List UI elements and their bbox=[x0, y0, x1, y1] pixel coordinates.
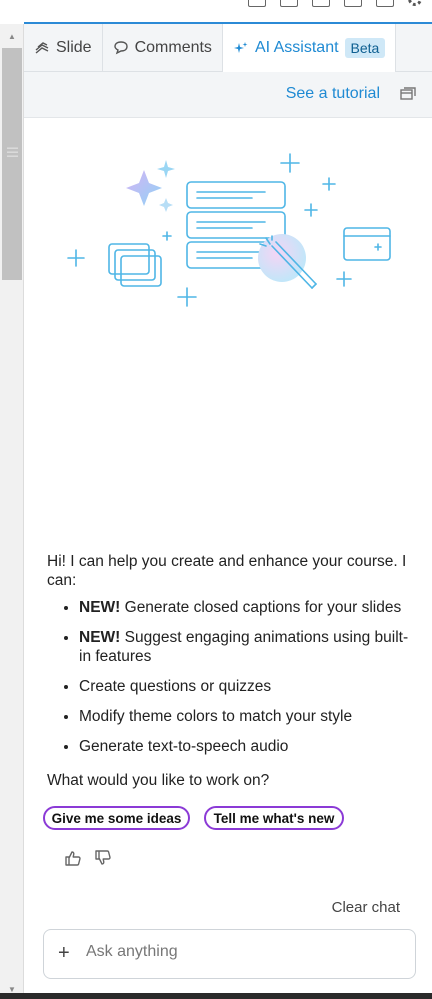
thumbs-up-icon[interactable] bbox=[64, 850, 82, 866]
tablet-icon[interactable] bbox=[312, 0, 330, 7]
tab-comments[interactable]: Comments bbox=[103, 24, 223, 71]
scrollbar[interactable]: ▲ — — — ▼ bbox=[0, 24, 24, 999]
sparkle-icon bbox=[233, 42, 248, 53]
assistant-message: Hi! I can help you create and enhance yo… bbox=[47, 552, 417, 767]
list-item-text: Suggest engaging animations using built-… bbox=[79, 629, 409, 665]
list-item-text: Modify theme colors to match your style bbox=[79, 708, 353, 725]
toolbar bbox=[0, 0, 432, 22]
see-tutorial-link[interactable]: See a tutorial bbox=[286, 85, 380, 103]
scroll-thumb[interactable] bbox=[2, 48, 22, 280]
desktop-icon[interactable] bbox=[280, 0, 298, 7]
tab-label: Slide bbox=[56, 38, 92, 56]
laptop-icon[interactable] bbox=[248, 0, 266, 7]
new-label: NEW! bbox=[79, 629, 121, 646]
thumbs-down-icon[interactable] bbox=[94, 850, 112, 866]
taskbar-strip bbox=[0, 993, 432, 999]
whats-new-button[interactable]: Tell me what's new bbox=[204, 806, 344, 830]
tab-ai-assistant[interactable]: AI Assistant Beta bbox=[222, 24, 397, 72]
list-item-text: Generate text-to-speech audio bbox=[79, 738, 289, 755]
beta-badge: Beta bbox=[344, 38, 386, 58]
tab-label: AI Assistant bbox=[254, 39, 339, 56]
scroll-up-arrow[interactable]: ▲ bbox=[0, 26, 24, 46]
list-item: Create questions or quizzes bbox=[79, 677, 417, 696]
tab-label: Comments bbox=[134, 38, 212, 56]
list-item: NEW! Generate closed captions for your s… bbox=[79, 598, 417, 617]
ask-box: + bbox=[43, 929, 416, 979]
list-item: Modify theme colors to match your style bbox=[79, 707, 417, 726]
gear-icon[interactable] bbox=[408, 0, 422, 6]
ask-input[interactable] bbox=[84, 942, 388, 962]
phone-icon[interactable] bbox=[376, 0, 394, 7]
tab-bar: Slide Comments AI Assistant Beta bbox=[24, 24, 432, 72]
capability-list: NEW! Generate closed captions for your s… bbox=[47, 598, 417, 756]
new-label: NEW! bbox=[79, 599, 121, 616]
ai-assistant-illustration bbox=[67, 153, 391, 307]
window-icon[interactable] bbox=[400, 87, 416, 101]
clear-chat-link[interactable]: Clear chat bbox=[332, 899, 400, 916]
list-item-text: Create questions or quizzes bbox=[79, 678, 272, 695]
list-item: Generate text-to-speech audio bbox=[79, 737, 417, 756]
list-item: NEW! Suggest engaging animations using b… bbox=[79, 628, 417, 666]
message-intro: Hi! I can help you create and enhance yo… bbox=[47, 553, 407, 589]
slide-icon bbox=[35, 41, 49, 54]
grip-icon: — — — bbox=[7, 142, 18, 162]
tab-slide[interactable]: Slide bbox=[24, 24, 103, 71]
tablet-landscape-icon[interactable] bbox=[344, 0, 362, 7]
feedback-controls bbox=[64, 850, 112, 866]
prompt-question: What would you like to work on? bbox=[47, 772, 270, 789]
list-item-text: Generate closed captions for your slides bbox=[120, 599, 402, 616]
add-icon[interactable]: + bbox=[58, 942, 70, 964]
comment-icon bbox=[113, 41, 128, 55]
tutorial-row: See a tutorial bbox=[24, 72, 432, 118]
give-ideas-button[interactable]: Give me some ideas bbox=[43, 806, 190, 830]
